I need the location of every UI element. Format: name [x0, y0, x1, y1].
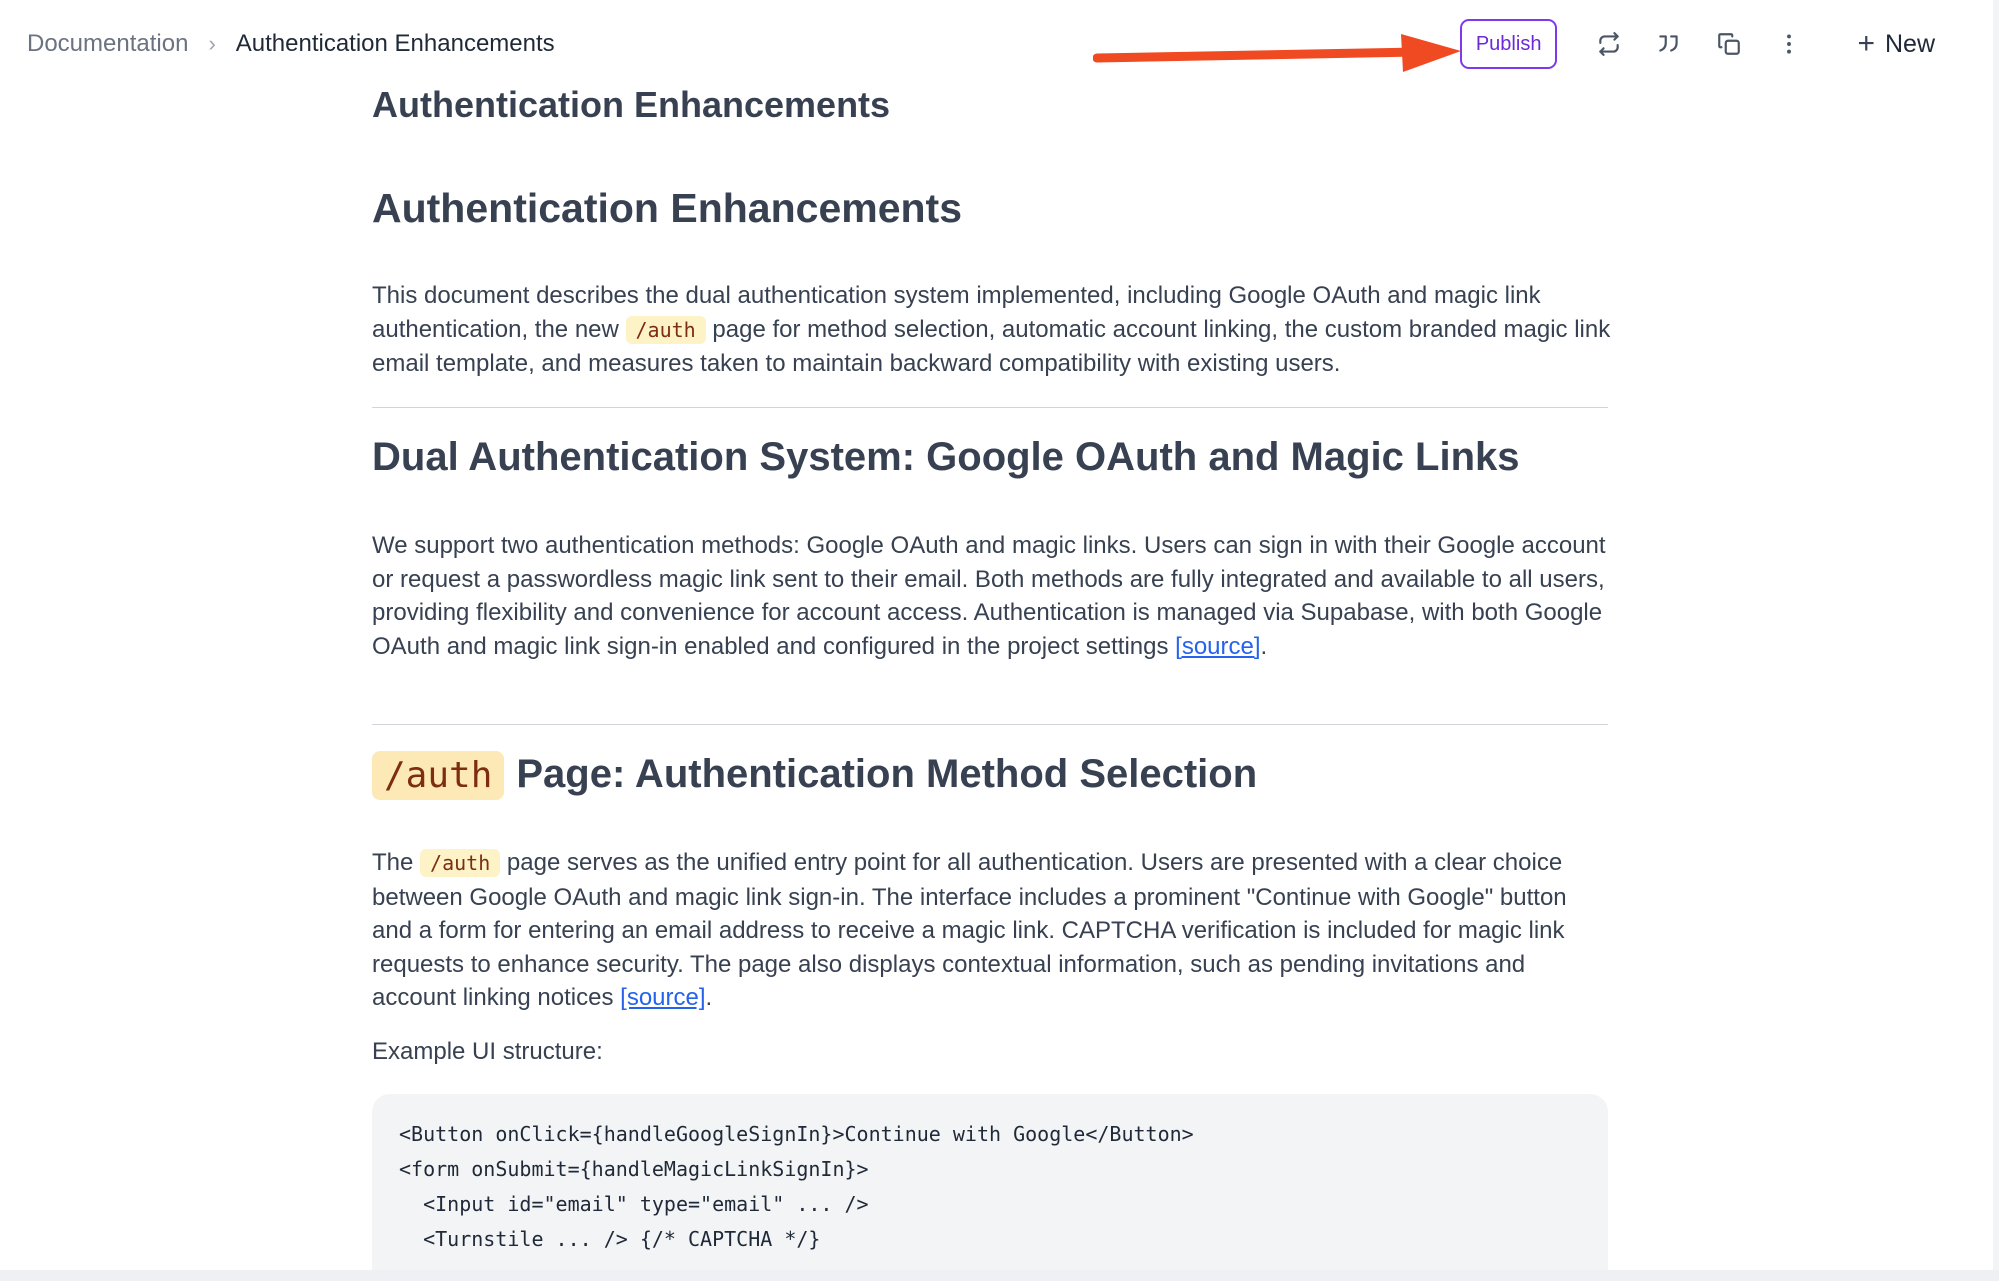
- more-vertical-icon[interactable]: [1769, 24, 1809, 64]
- page-title: Authentication Enhancements: [372, 185, 963, 231]
- intro-paragraph: This document describes the dual authent…: [372, 282, 1611, 377]
- breadcrumb: Documentation › Authentication Enhanceme…: [27, 28, 555, 60]
- plus-icon: +: [1857, 27, 1875, 60]
- sync-icon[interactable]: [1589, 24, 1629, 64]
- top-bar: Documentation › Authentication Enhanceme…: [0, 0, 1993, 88]
- code-block: <Button onClick={handleGoogleSignIn}>Con…: [372, 1094, 1608, 1281]
- section-paragraph-dual-auth: We support two authentication methods: G…: [372, 532, 1606, 660]
- source-link[interactable]: [source]: [620, 984, 705, 1011]
- source-link[interactable]: [source]: [1175, 633, 1260, 660]
- breadcrumb-current-page: Authentication Enhancements: [235, 30, 555, 57]
- inline-code: /auth: [625, 315, 706, 344]
- code-line: <Turnstile ... /> {/* CAPTCHA */}: [399, 1227, 821, 1251]
- quote-icon[interactable]: [1649, 24, 1689, 64]
- divider: [372, 724, 1608, 725]
- section-paragraph-auth-page: The /auth page serves as the unified ent…: [372, 849, 1567, 1011]
- code-line: <Button onClick={handleGoogleSignIn}>Con…: [399, 1122, 1194, 1146]
- toolbar: Publish + New: [1459, 19, 1935, 69]
- heading-inline-code: /auth: [372, 751, 505, 800]
- publish-button[interactable]: Publish: [1459, 19, 1558, 69]
- scrollbar[interactable]: [1993, 0, 1999, 1281]
- inline-code: /auth: [420, 849, 501, 877]
- code-line: <form onSubmit={handleMagicLinkSignIn}>: [399, 1157, 869, 1181]
- new-button-label: New: [1884, 29, 1935, 58]
- code-line: <Input id="email" type="email" ... />: [399, 1192, 869, 1216]
- bottom-edge: [0, 1270, 1999, 1281]
- new-button[interactable]: + New: [1857, 29, 1935, 59]
- section-heading-auth-page: /auth Page: Authentication Method Selecti…: [372, 751, 1257, 800]
- example-label: Example UI structure:: [372, 1038, 603, 1065]
- document-page: Documentation › Authentication Enhanceme…: [0, 0, 1999, 1281]
- scrolled-title: Authentication Enhancements: [372, 88, 891, 124]
- breadcrumb-chevron-icon: ›: [208, 31, 216, 56]
- divider: [372, 407, 1608, 408]
- copy-icon[interactable]: [1709, 24, 1749, 64]
- breadcrumb-documentation[interactable]: Documentation: [27, 28, 188, 60]
- annotation-arrow-icon: [1093, 34, 1461, 72]
- section-heading-dual-auth: Dual Authentication System: Google OAuth…: [372, 435, 1520, 479]
